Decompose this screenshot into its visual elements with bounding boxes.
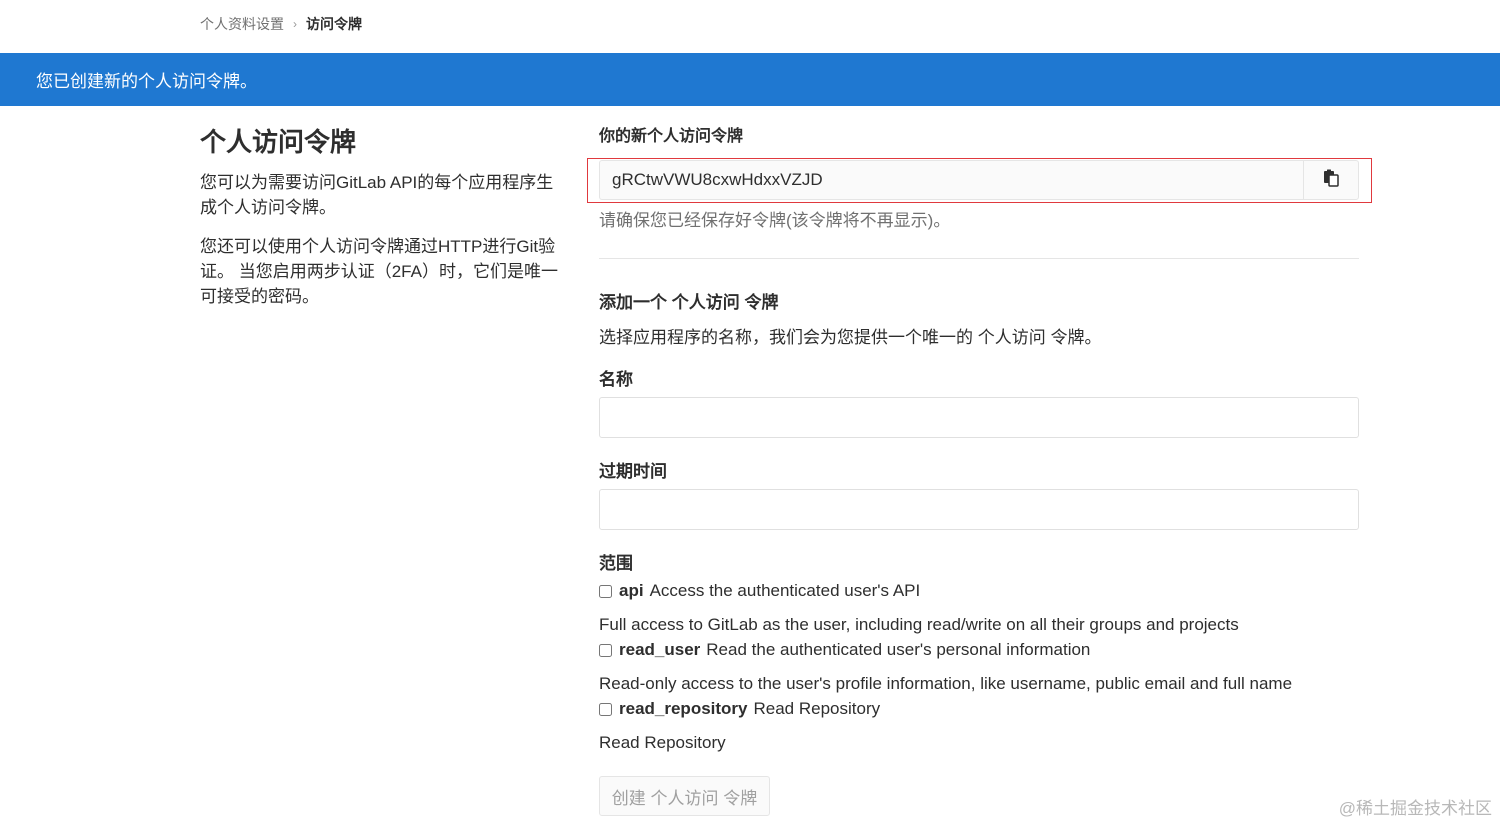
breadcrumb: 个人资料设置 › 访问令牌 [200, 14, 362, 34]
new-token-label-wrap: 你的新个人访问令牌 [599, 124, 1359, 150]
section-divider [599, 258, 1359, 259]
scope-read-repository-summary[interactable]: Read Repository [754, 699, 881, 719]
new-token-field-group [599, 160, 1359, 200]
flash-notice: 您已创建新的个人访问令牌。 [0, 53, 1500, 106]
add-token-title: 添加一个 个人访问 令牌 [599, 293, 779, 312]
clipboard-icon [1322, 169, 1340, 192]
scope-read-user-help: Read-only access to the user's profile i… [599, 674, 1293, 693]
expires-label: 过期时间 [599, 462, 667, 481]
scope-read-repository-name[interactable]: read_repository [619, 699, 748, 719]
add-token-description: 选择应用程序的名称，我们会为您提供一个唯一的 个人访问 令牌。 [599, 328, 1102, 347]
new-token-label: 你的新个人访问令牌 [599, 128, 744, 145]
intro-paragraph-2: 您还可以使用个人访问令牌通过HTTP进行Git验证。 当您启用两步认证（2FA）… [200, 237, 558, 306]
intro-paragraph-1: 您可以为需要访问GitLab API的每个应用程序生成个人访问令牌。 [200, 173, 554, 217]
scope-api-name[interactable]: api [619, 581, 644, 601]
scope-api-help: Full access to GitLab as the user, inclu… [599, 615, 1239, 634]
page-title: 个人访问令牌 [200, 127, 357, 157]
scope-read-user-checkbox[interactable] [599, 643, 612, 657]
name-input[interactable] [599, 397, 1359, 438]
scope-api-checkbox[interactable] [599, 584, 612, 598]
new-token-input[interactable] [599, 160, 1303, 200]
breadcrumb-separator: › [293, 17, 297, 31]
scope-row-read-repository: read_repository Read Repository [599, 699, 880, 719]
expires-at-input[interactable] [599, 489, 1359, 530]
token-save-warning: 请确保您已经保存好令牌(该令牌将不再显示)。 [599, 211, 951, 230]
watermark: @稀土掘金技术社区 [1338, 799, 1492, 818]
scope-api-summary[interactable]: Access the authenticated user's API [650, 581, 921, 601]
scope-read-user-name[interactable]: read_user [619, 640, 700, 660]
name-label: 名称 [599, 370, 633, 389]
breadcrumb-parent-link[interactable]: 个人资料设置 [200, 14, 284, 34]
copy-token-button[interactable] [1303, 160, 1359, 200]
scope-read-repository-checkbox[interactable] [599, 702, 612, 716]
scope-read-user-summary[interactable]: Read the authenticated user's personal i… [706, 640, 1090, 660]
intro-column: 个人访问令牌 您可以为需要访问GitLab API的每个应用程序生成个人访问令牌… [200, 124, 560, 323]
scopes-label: 范围 [599, 554, 633, 573]
breadcrumb-current[interactable]: 访问令牌 [306, 14, 362, 34]
flash-message: 您已创建新的个人访问令牌。 [36, 72, 257, 91]
scope-row-read-user: read_user Read the authenticated user's … [599, 640, 1090, 660]
create-token-button[interactable]: 创建 个人访问 令牌 [599, 776, 770, 816]
scope-row-api: api Access the authenticated user's API [599, 581, 920, 601]
scope-read-repository-help: Read Repository [599, 733, 726, 752]
